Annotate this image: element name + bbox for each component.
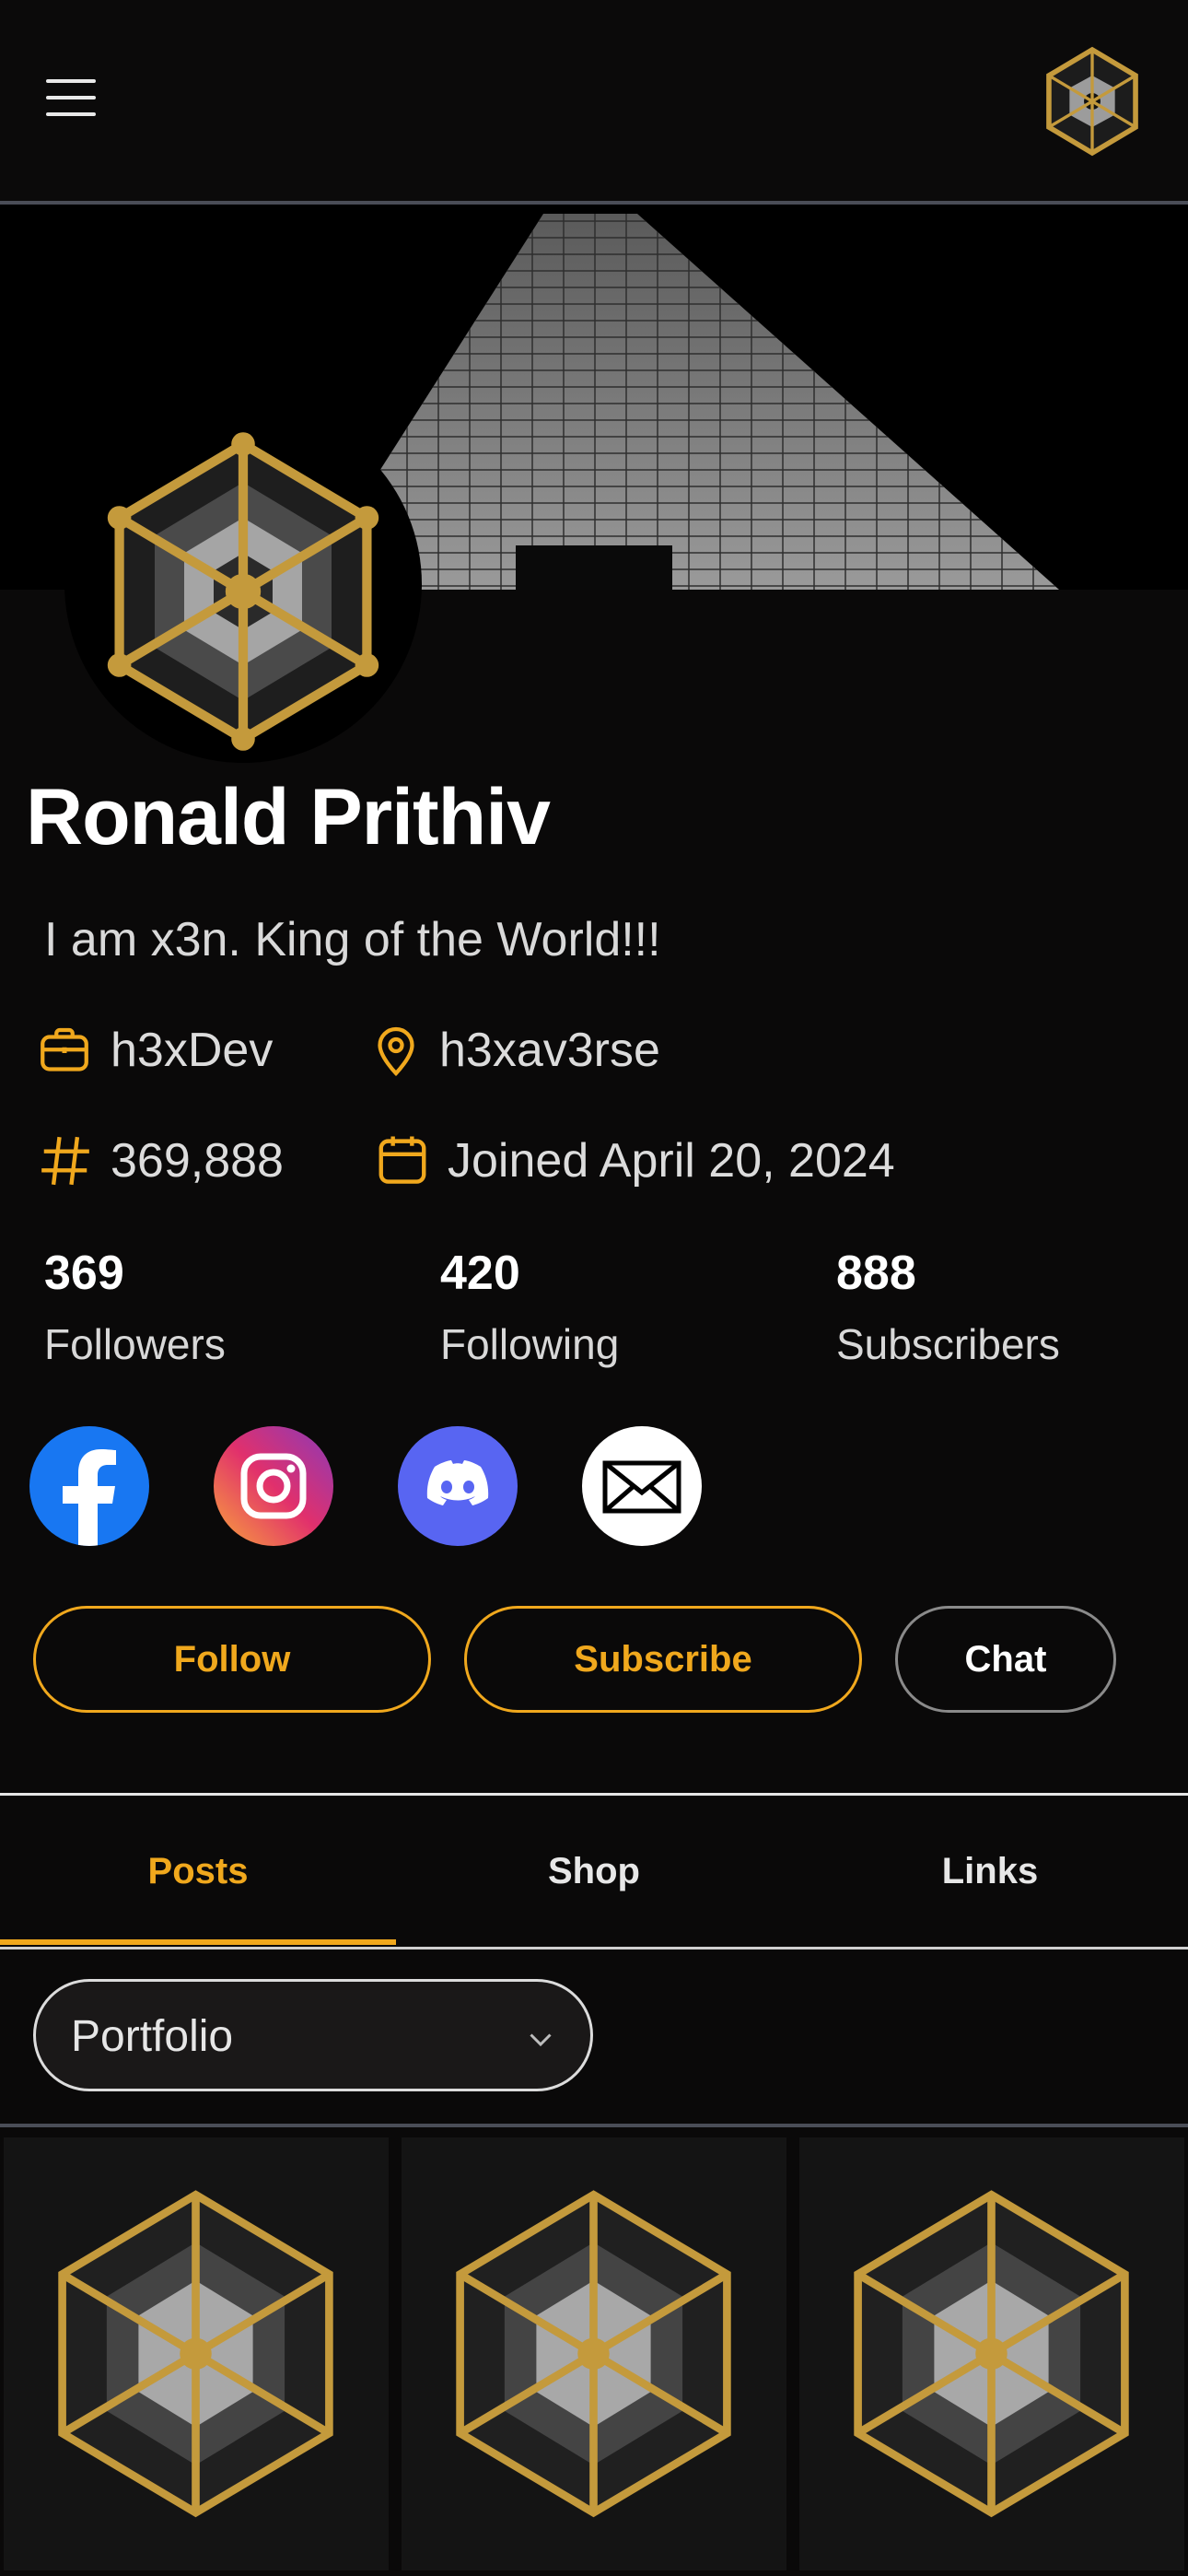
profile-joined: Joined April 20, 2024 xyxy=(448,1134,895,1188)
profile-number: 369,888 xyxy=(111,1134,284,1188)
following-count[interactable]: 420 xyxy=(440,1246,520,1301)
tab-posts[interactable]: Posts xyxy=(0,1796,396,1947)
discord-icon[interactable] xyxy=(398,1426,518,1546)
hamburger-menu-icon[interactable] xyxy=(46,79,111,127)
facebook-icon[interactable] xyxy=(29,1426,149,1546)
hexagon-cube-logo-icon[interactable] xyxy=(1041,44,1144,158)
hash-icon xyxy=(41,1136,89,1186)
chevron-down-icon xyxy=(530,2033,552,2047)
active-tab-indicator xyxy=(0,1939,396,1945)
instagram-icon[interactable] xyxy=(214,1426,333,1546)
chat-button[interactable]: Chat xyxy=(895,1606,1116,1713)
post-thumbnail[interactable] xyxy=(402,2137,786,2570)
briefcase-icon xyxy=(41,1027,88,1071)
subscribe-button[interactable]: Subscribe xyxy=(464,1606,862,1713)
location-pin-icon xyxy=(378,1026,414,1077)
tab-links[interactable]: Links xyxy=(792,1796,1188,1947)
email-icon[interactable] xyxy=(582,1426,702,1546)
subscribers-label[interactable]: Subscribers xyxy=(836,1319,1060,1369)
subscribers-count[interactable]: 888 xyxy=(836,1246,916,1301)
followers-count[interactable]: 369 xyxy=(44,1246,124,1301)
following-label[interactable]: Following xyxy=(440,1319,619,1369)
profile-tabs: Posts Shop Links xyxy=(0,1793,1188,1950)
profile-bio: I am x3n. King of the World!!! xyxy=(44,913,661,966)
portfolio-select[interactable]: Portfolio xyxy=(33,1979,593,2091)
profile-avatar[interactable] xyxy=(64,405,422,763)
profile-location: h3xav3rse xyxy=(439,1024,660,1077)
calendar-icon xyxy=(379,1136,426,1184)
follow-button[interactable]: Follow xyxy=(33,1606,431,1713)
followers-label[interactable]: Followers xyxy=(44,1319,226,1369)
portfolio-select-value: Portfolio xyxy=(71,2012,234,2061)
tab-shop[interactable]: Shop xyxy=(396,1796,792,1947)
profile-work: h3xDev xyxy=(111,1024,274,1077)
post-thumbnail[interactable] xyxy=(4,2137,389,2570)
post-thumbnail[interactable] xyxy=(799,2137,1184,2570)
profile-name: Ronald Prithiv xyxy=(26,773,551,861)
top-bar xyxy=(0,0,1188,205)
grid-divider xyxy=(0,2124,1188,2127)
